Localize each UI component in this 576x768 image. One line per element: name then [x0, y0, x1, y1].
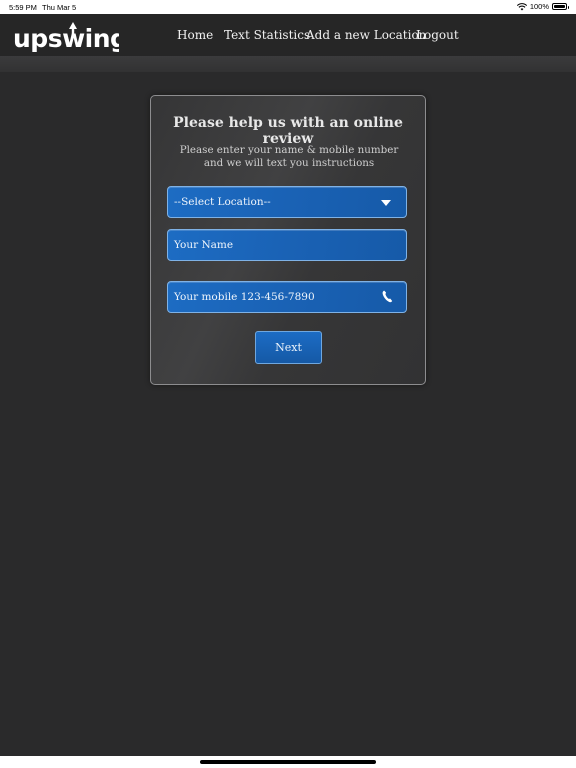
form-title: Please help us with an online review	[173, 115, 403, 147]
nav-logout[interactable]: Logout	[416, 28, 459, 42]
mobile-input-placeholder: Your mobile 123-456-7890	[174, 291, 315, 303]
phone-icon	[382, 290, 393, 303]
status-right: 100%	[516, 2, 569, 11]
nav-home[interactable]: Home	[177, 28, 213, 42]
location-select-value: --Select Location--	[174, 196, 271, 208]
status-time: 5:59 PM	[9, 3, 37, 12]
form-subtitle: Please enter your name & mobile number a…	[179, 144, 399, 169]
name-input-placeholder: Your Name	[174, 239, 234, 251]
home-indicator[interactable]	[200, 760, 376, 764]
review-form-card: Please help us with an online review Ple…	[150, 95, 426, 385]
status-date: Thu Mar 5	[42, 3, 77, 12]
next-button[interactable]: Next	[255, 331, 322, 364]
location-select[interactable]: --Select Location--	[167, 186, 407, 218]
nav-text-statistics[interactable]: Text Statistics	[224, 28, 310, 42]
battery-icon	[552, 3, 569, 10]
battery-percent: 100%	[529, 2, 549, 11]
chevron-down-icon	[381, 200, 391, 206]
logo-text: upswing	[13, 24, 119, 52]
name-input[interactable]: Your Name	[167, 229, 407, 261]
nav-add-location[interactable]: Add a new Location	[306, 28, 426, 42]
sub-header-bar	[0, 56, 576, 72]
upswing-logo[interactable]: upswing	[13, 20, 119, 52]
status-bar: 5:59 PM Thu Mar 5 100%	[0, 0, 576, 14]
mobile-input[interactable]: Your mobile 123-456-7890	[167, 281, 407, 313]
wifi-icon	[516, 2, 527, 10]
top-navbar: upswing Home Text Statistics Add a new L…	[0, 14, 576, 56]
